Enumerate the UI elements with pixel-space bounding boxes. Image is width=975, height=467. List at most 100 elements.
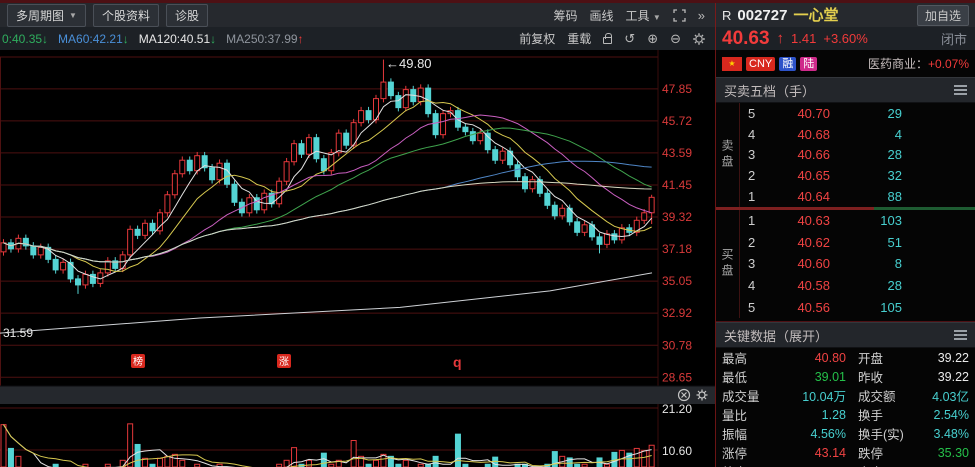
level-row[interactable]: 140.63103: [740, 210, 975, 232]
level-volume: 28: [830, 147, 902, 162]
stock-app-window: 多周期图 ▼ 个股资料 诊股 筹码 画线 工具 ▼: [0, 0, 975, 467]
stock-tag-badges: CNY融陆: [746, 57, 817, 71]
forward-adjust-button[interactable]: 前复权: [519, 30, 555, 47]
header-row-1: 多周期图 ▼ 个股资料 诊股 筹码 画线 工具 ▼: [0, 3, 975, 27]
price-axis-label: 32.92: [662, 306, 692, 320]
key-data-label: 最高: [722, 348, 774, 367]
market-badges-row: ★ CNY融陆 医药商业：+0.07%: [716, 50, 975, 77]
menu-icon[interactable]: [954, 85, 967, 95]
key-data-value: 39.01: [774, 370, 846, 384]
level-number: 1: [740, 189, 768, 204]
cn-flag-icon: ★: [722, 57, 742, 71]
candlestick-chart-area[interactable]: 47.8545.7243.5941.4539.3237.1835.0532.92…: [0, 50, 715, 467]
price-axis-label: 37.18: [662, 242, 692, 256]
event-marker[interactable]: q: [453, 354, 462, 370]
draw-line-tool[interactable]: 画线: [589, 7, 613, 24]
key-data-value: 39.22: [908, 370, 969, 384]
key-data-value: 39.22: [908, 351, 969, 365]
level-row[interactable]: 440.684: [740, 124, 975, 145]
stock-tag-badge: CNY: [746, 57, 775, 71]
up-arrow-icon: ↑: [777, 30, 785, 47]
ma-value-label: MA250:37.99↑: [226, 32, 303, 46]
zoom-in-icon[interactable]: ⊕: [647, 32, 658, 45]
tab-stock-info[interactable]: 个股资料: [93, 4, 159, 27]
level-volume: 29: [830, 106, 902, 121]
level-price: 40.63: [768, 213, 830, 228]
ma-value-label: MA120:40.51↓: [139, 32, 216, 46]
header-stock-title: R 002727 一心堂 加自选: [715, 3, 975, 27]
fullscreen-icon[interactable]: [673, 9, 686, 22]
toolbox-menu[interactable]: 工具 ▼: [625, 7, 660, 24]
level-number: 5: [740, 106, 768, 121]
zoom-out-icon[interactable]: ⊖: [670, 32, 681, 45]
key-data-label: 成交量: [722, 386, 774, 405]
chips-tool[interactable]: 筹码: [553, 7, 577, 24]
key-data-label: 最低: [722, 367, 774, 386]
key-data-value: 35.30: [908, 446, 969, 460]
level-volume: 88: [830, 189, 902, 204]
level-row[interactable]: 440.5828: [740, 275, 975, 297]
level-row[interactable]: 240.6532: [740, 165, 975, 186]
level-row[interactable]: 140.6488: [740, 186, 975, 207]
price-axis-label: 35.05: [662, 274, 692, 288]
settings-gear-icon[interactable]: [693, 33, 705, 45]
price-axis-label: 41.45: [662, 178, 692, 192]
level-price: 40.56: [768, 300, 830, 315]
header-row-2: 0:40.35↓MA60:42.21↓MA120:40.51↓MA250:37.…: [0, 27, 975, 50]
pane-divider[interactable]: [0, 386, 715, 404]
high-annotation: ←49.80: [386, 56, 432, 71]
level-number: 4: [740, 127, 768, 142]
level-price: 40.62: [768, 235, 830, 250]
trend-arrow-icon: ↓: [210, 32, 216, 46]
level-number: 3: [740, 147, 768, 162]
menu-icon[interactable]: [954, 330, 967, 340]
undo-icon[interactable]: ↺: [624, 32, 635, 45]
level-row[interactable]: 240.6251: [740, 232, 975, 254]
level-price: 40.66: [768, 147, 830, 162]
price-change-pct: +3.60%: [823, 31, 867, 46]
buy-side-label: 买盘: [716, 210, 740, 318]
level-volume: 103: [830, 213, 902, 228]
ma-label-bar: 0:40.35↓MA60:42.21↓MA120:40.51↓MA250:37.…: [0, 27, 715, 50]
stock-code: 002727: [737, 7, 787, 24]
quote-summary: 40.63 ↑ 1.41 +3.60% 闭市: [715, 27, 975, 50]
key-data-label: 外盘: [722, 462, 774, 467]
add-watchlist-button[interactable]: 加自选: [917, 5, 969, 26]
more-panels-icon[interactable]: »: [698, 9, 705, 22]
key-data-header[interactable]: 关键数据（展开）: [716, 322, 975, 348]
header-left-tools: 多周期图 ▼ 个股资料 诊股 筹码 画线 工具 ▼: [0, 3, 715, 27]
tab-multi-period-label: 多周期图: [16, 7, 64, 24]
chart-control-group: 前复权 重载 ↺ ⊕ ⊖: [519, 30, 715, 47]
industry-change: +0.07%: [928, 57, 969, 71]
key-data-row: 最低39.01昨收39.22: [716, 367, 975, 386]
tab-diagnose[interactable]: 诊股: [166, 4, 208, 27]
ma-value-label: MA60:42.21↓: [58, 32, 129, 46]
level-row[interactable]: 540.56105: [740, 296, 975, 318]
level-volume: 32: [830, 168, 902, 183]
level-number: 2: [740, 168, 768, 183]
last-price: 40.63: [722, 28, 770, 50]
key-data-row: 外盘5.02万内盘4.12万: [716, 462, 975, 467]
lock-icon[interactable]: [603, 37, 612, 44]
stock-tag-badge: 融: [779, 57, 796, 71]
key-data-value: 1.28: [774, 408, 846, 422]
trend-arrow-icon: ↓: [123, 32, 129, 46]
key-data-value: 4.03亿: [908, 386, 969, 405]
candlestick-chart: 47.8545.7243.5941.4539.3237.1835.0532.92…: [0, 50, 715, 467]
chart-tool-group: 筹码 画线 工具 ▼ »: [553, 7, 715, 24]
key-data-label: 开盘: [846, 348, 908, 367]
volume-axis-label: 21.20: [662, 402, 692, 416]
price-axis-label: 30.78: [662, 338, 692, 352]
level-price: 40.58: [768, 278, 830, 293]
industry-quote[interactable]: 医药商业：+0.07%: [868, 55, 969, 72]
level-row[interactable]: 340.608: [740, 253, 975, 275]
quote-side-panel: ★ CNY融陆 医药商业：+0.07% 买卖五档（手） 卖盘 540.70294…: [715, 50, 975, 467]
tab-multi-period[interactable]: 多周期图 ▼: [7, 4, 86, 27]
price-axis-label: 47.85: [662, 82, 692, 96]
trend-arrow-icon: ↑: [298, 32, 304, 46]
level-row[interactable]: 540.7029: [740, 103, 975, 124]
level-row[interactable]: 340.6628: [740, 145, 975, 166]
reload-button[interactable]: 重载: [567, 30, 591, 47]
key-data-label: 昨收: [846, 367, 908, 386]
level-number: 3: [740, 256, 768, 271]
